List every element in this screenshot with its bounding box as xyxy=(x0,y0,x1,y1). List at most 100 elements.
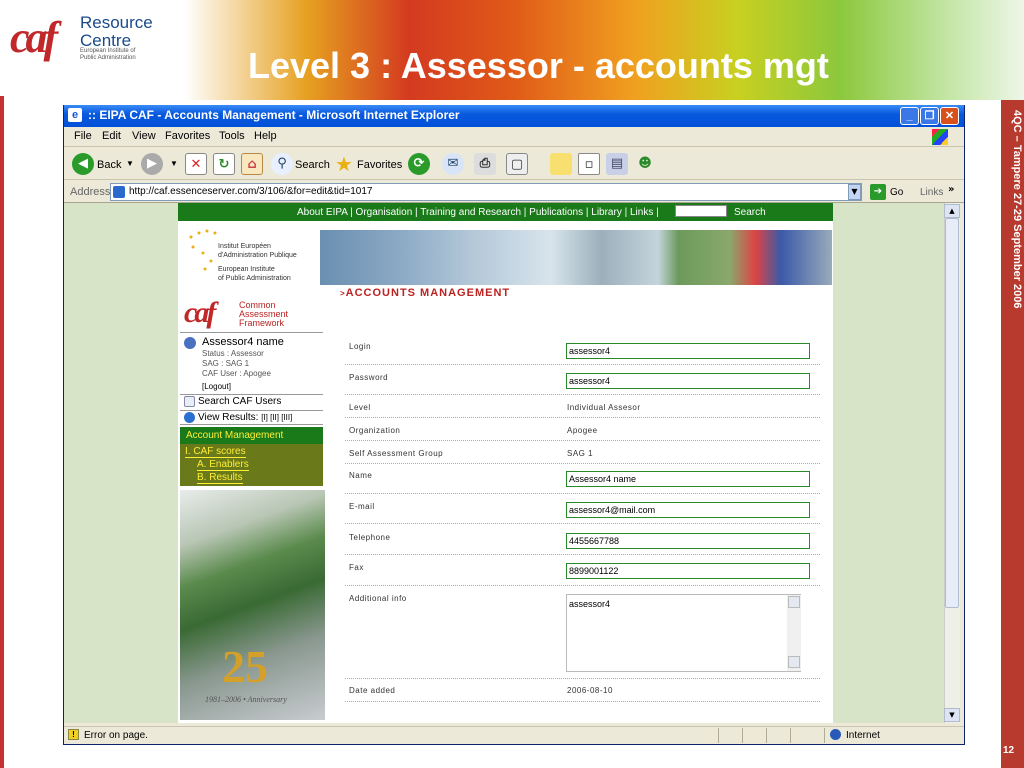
form-title-text: ACCOUNTS MANAGEMENT xyxy=(345,287,511,299)
research-icon[interactable]: ▤ xyxy=(606,153,628,175)
messenger-icon[interactable]: ☻ xyxy=(634,153,656,175)
fax-input[interactable]: 8899001122 xyxy=(566,563,810,579)
row-divider xyxy=(345,678,820,679)
enablers-link[interactable]: A. Enablers xyxy=(197,459,249,471)
menu-file[interactable]: File xyxy=(74,130,92,142)
search-button[interactable]: Search xyxy=(295,159,330,171)
maximize-button[interactable]: ❐ xyxy=(920,107,939,125)
additional-info-textarea[interactable]: assessor4 xyxy=(566,594,801,672)
row-divider xyxy=(345,554,820,555)
view-results-label: View Results: xyxy=(198,412,259,423)
globe-icon xyxy=(184,412,195,423)
name-label: Name xyxy=(349,471,373,480)
home-icon[interactable]: ⌂ xyxy=(241,153,263,175)
history-icon[interactable]: ⟳ xyxy=(408,153,430,175)
menu-tools[interactable]: Tools xyxy=(219,130,245,142)
site-search-button[interactable]: Search xyxy=(734,207,766,218)
status-message[interactable]: Error on page. xyxy=(84,730,148,741)
slide-title: Level 3 : Assessor - accounts mgt xyxy=(248,45,829,86)
close-button[interactable]: ✕ xyxy=(940,107,959,125)
header-banner-photo xyxy=(320,230,832,285)
favorites-star-icon[interactable]: ★ xyxy=(333,153,355,175)
menu-edit[interactable]: Edit xyxy=(102,130,121,142)
favorites-button[interactable]: Favorites xyxy=(357,159,402,171)
site-nav-links[interactable]: About EIPA | Organisation | Training and… xyxy=(297,207,659,218)
results-link[interactable]: B. Results xyxy=(197,472,243,484)
site-search-input[interactable] xyxy=(675,205,727,217)
internet-zone-icon xyxy=(830,729,841,740)
page-ie-icon xyxy=(113,186,125,198)
sag-value: SAG 1 xyxy=(567,449,594,458)
chevron-right-icon[interactable]: » xyxy=(948,184,954,195)
status-divider xyxy=(790,728,791,743)
user-status: Status : Assessor xyxy=(202,349,264,358)
level-label: Level xyxy=(349,403,371,412)
scroll-down-icon[interactable]: ▼ xyxy=(944,708,960,722)
eipa-line-3: European Institute xyxy=(218,266,275,273)
back-dropdown-icon[interactable]: ▼ xyxy=(126,159,134,168)
user-name: Assessor4 name xyxy=(202,336,284,348)
view-results-links[interactable]: [I] [II] [III] xyxy=(261,413,292,422)
telephone-input[interactable]: 4455667788 xyxy=(566,533,810,549)
user-sag: SAG : SAG 1 xyxy=(202,359,250,368)
mail-icon[interactable]: ✉ xyxy=(442,153,464,175)
level-value: Individual Assesor xyxy=(567,403,641,412)
password-label: Password xyxy=(349,373,389,382)
logout-link[interactable]: [Logout] xyxy=(202,382,231,391)
password-input[interactable]: assessor4 xyxy=(566,373,810,389)
organization-value: Apogee xyxy=(567,426,598,435)
slide-page-number: 12 xyxy=(1003,745,1015,756)
minimize-button[interactable]: _ xyxy=(900,107,919,125)
forward-arrow-icon[interactable]: ▶ xyxy=(141,153,163,175)
edit-icon[interactable]: ▢ xyxy=(506,153,528,175)
textarea-scroll-up-icon[interactable] xyxy=(788,596,800,608)
anniversary-number: 25 xyxy=(222,641,268,692)
internet-zone-label: Internet xyxy=(846,730,880,741)
user-caf: CAF User : Apogee xyxy=(202,369,271,378)
logo-sub-2: Public Administration xyxy=(80,55,136,61)
row-divider xyxy=(345,493,820,494)
caf-logo-mark: caf xyxy=(10,13,58,62)
discuss-icon[interactable] xyxy=(550,153,572,175)
print-icon[interactable]: ⎙ xyxy=(474,153,496,175)
sag-label: Self Assessment Group xyxy=(349,449,444,458)
menu-view[interactable]: View xyxy=(132,130,156,142)
row-divider xyxy=(345,364,820,365)
scroll-thumb[interactable] xyxy=(945,218,959,608)
row-divider xyxy=(345,440,820,441)
eipa-line-4: of Public Administration xyxy=(218,275,291,282)
refresh-icon[interactable]: ↻ xyxy=(213,153,235,175)
ie-title-bar[interactable]: :: EIPA CAF - Accounts Management - Micr… xyxy=(64,105,964,127)
forward-dropdown-icon[interactable]: ▼ xyxy=(170,159,178,168)
status-divider xyxy=(766,728,767,743)
address-dropdown-icon[interactable]: ▼ xyxy=(848,184,861,200)
caf-scores-link[interactable]: I. CAF scores xyxy=(185,446,246,458)
row-divider xyxy=(345,394,820,395)
search-icon[interactable]: ⚲ xyxy=(271,153,293,175)
back-button[interactable]: Back xyxy=(97,159,121,171)
email-input[interactable]: assessor4@mail.com xyxy=(566,502,810,518)
address-input[interactable]: http://caf.essenceserver.com/3/106/&for=… xyxy=(110,183,862,201)
anniversary-text: 1981–2006 • Anniversary xyxy=(205,695,287,704)
back-arrow-icon[interactable]: ◀ xyxy=(72,153,94,175)
menu-favorites[interactable]: Favorites xyxy=(165,130,210,142)
menu-help[interactable]: Help xyxy=(254,130,277,142)
slide-side-caption: 4QC – Tampere 27-29 September 2006 xyxy=(1011,110,1023,309)
go-button[interactable]: Go xyxy=(890,187,903,198)
links-button[interactable]: Links xyxy=(920,187,943,198)
telephone-label: Telephone xyxy=(349,533,391,542)
scroll-up-icon[interactable]: ▲ xyxy=(944,204,960,218)
search-caf-users-link[interactable]: Search CAF Users xyxy=(180,394,323,409)
status-bar xyxy=(64,726,964,744)
messenger-page-icon[interactable]: ▫ xyxy=(578,153,600,175)
name-input[interactable]: Assessor4 name xyxy=(566,471,810,487)
eipa-line-1: Institut Européen xyxy=(218,243,271,250)
login-input[interactable]: assessor4 xyxy=(566,343,810,359)
go-arrow-icon[interactable]: ➔ xyxy=(870,184,886,200)
textarea-scroll-down-icon[interactable] xyxy=(788,656,800,668)
slide-left-rule xyxy=(0,96,4,768)
account-management-link[interactable]: Account Management xyxy=(180,427,323,444)
stop-icon[interactable]: ✕ xyxy=(185,153,207,175)
additional-info-label: Additional info xyxy=(349,594,407,603)
warning-icon[interactable]: ! xyxy=(68,729,79,740)
